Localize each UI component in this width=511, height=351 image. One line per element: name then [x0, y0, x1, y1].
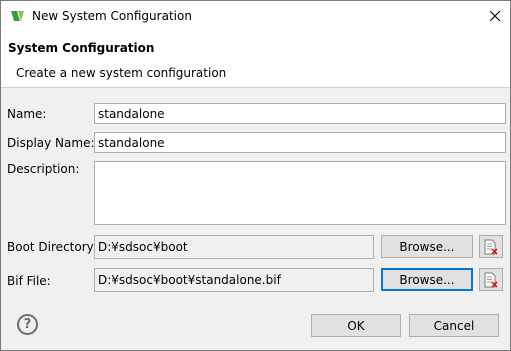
bif-file-clear-button[interactable] [479, 268, 503, 291]
bif-file-browse-button[interactable]: Browse... [381, 268, 473, 291]
boot-directory-browse-button[interactable]: Browse... [381, 235, 473, 258]
close-icon [490, 11, 500, 21]
description-textarea[interactable] [94, 161, 506, 225]
boot-directory-field[interactable]: D:¥sdsoc¥boot [94, 235, 374, 259]
clear-field-icon [484, 239, 498, 254]
clear-field-icon [484, 272, 498, 287]
window-title: New System Configuration [32, 9, 192, 23]
page-description: Create a new system configuration [16, 66, 227, 80]
name-input[interactable]: standalone [94, 103, 506, 124]
dialog-window: New System Configuration System Configur… [0, 0, 511, 351]
boot-directory-clear-button[interactable] [479, 235, 503, 258]
page-title: System Configuration [8, 41, 155, 55]
bif-file-label: Bif File: [7, 274, 51, 288]
help-icon[interactable]: ? [17, 314, 38, 335]
description-label: Description: [7, 162, 80, 176]
ok-button[interactable]: OK [311, 314, 401, 337]
header-banner: System Configuration Create a new system… [1, 32, 510, 88]
name-label: Name: [7, 107, 47, 121]
boot-directory-label: Boot Directory: [7, 240, 97, 254]
display-name-label: Display Name: [7, 136, 95, 150]
bif-file-field[interactable]: D:¥sdsoc¥boot¥standalone.bif [94, 268, 374, 292]
title-bar: New System Configuration [1, 1, 510, 32]
app-icon [10, 9, 26, 23]
cancel-button[interactable]: Cancel [409, 314, 499, 337]
close-button[interactable] [480, 1, 510, 31]
display-name-input[interactable]: standalone [94, 132, 506, 153]
